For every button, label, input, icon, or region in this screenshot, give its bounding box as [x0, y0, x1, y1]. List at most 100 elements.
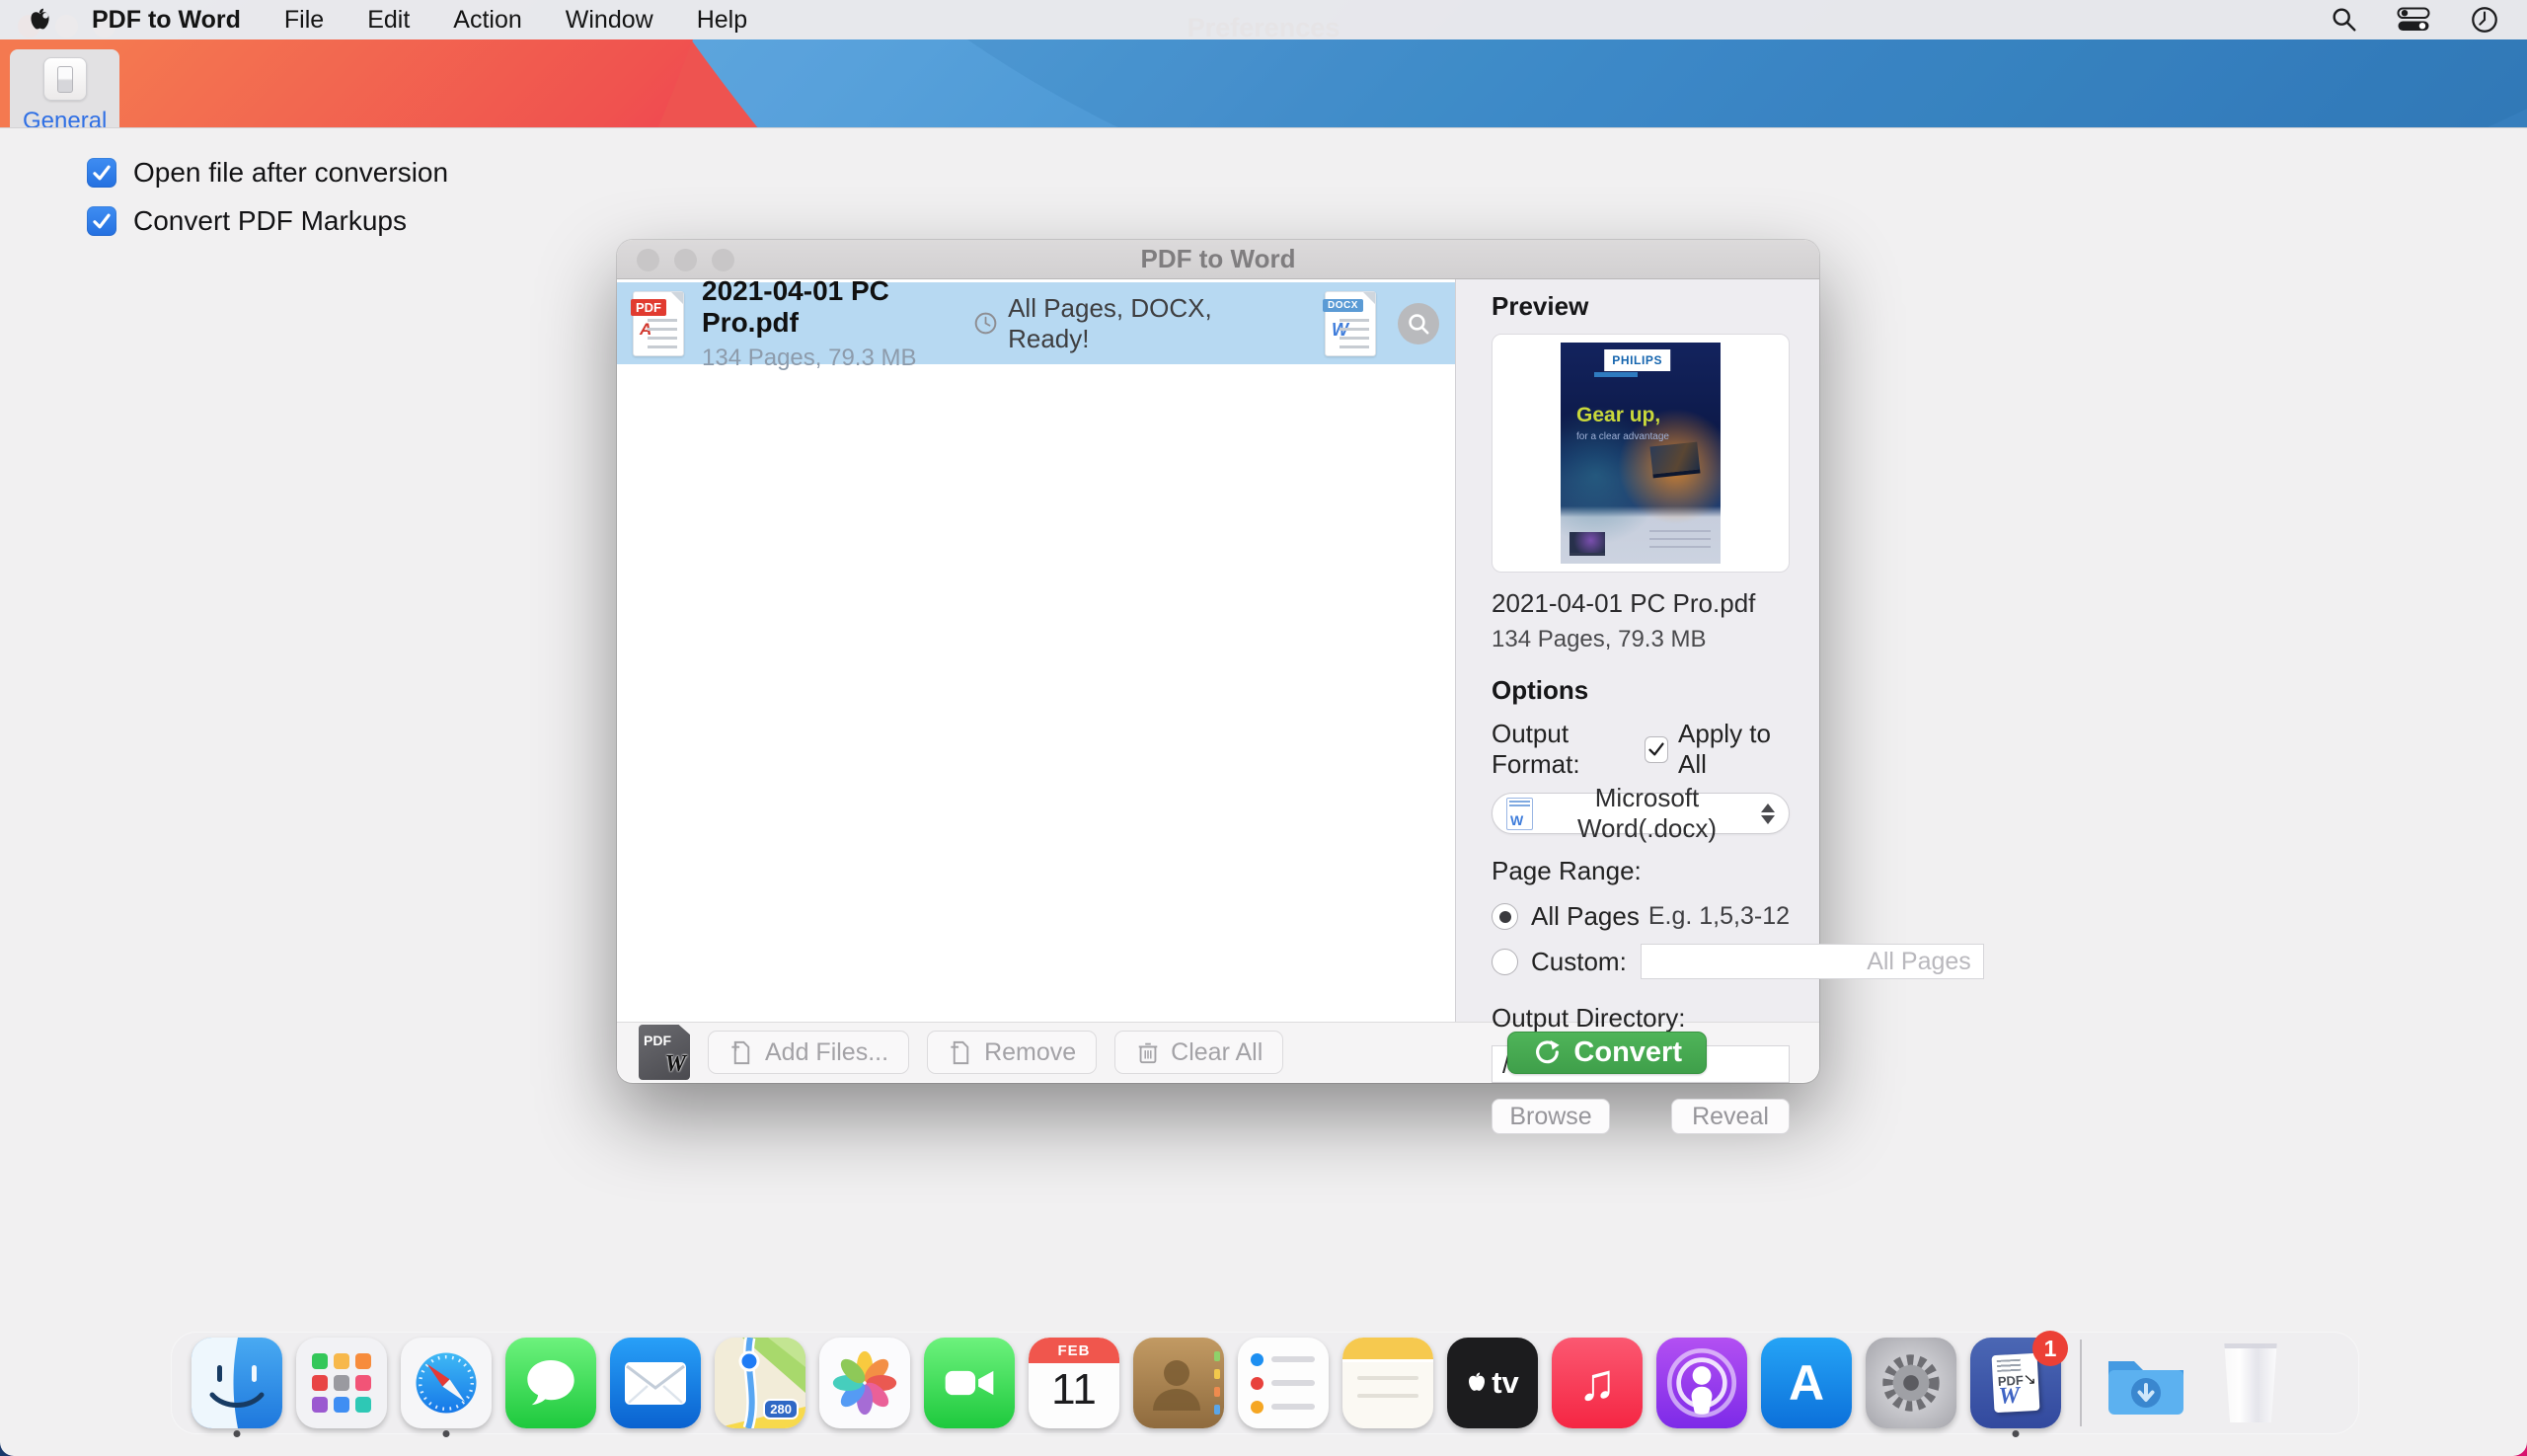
add-files-button[interactable]: Add Files... [708, 1031, 909, 1074]
open-after-conversion-checkbox[interactable] [87, 158, 116, 188]
dock-divider [2080, 1340, 2082, 1426]
check-icon [91, 162, 113, 184]
maps-icon: 280 [715, 1338, 805, 1428]
preview-magnifier-button[interactable] [1398, 303, 1439, 345]
dock: 280 FEB 11 [171, 1332, 2359, 1434]
format-selected-value: Microsoft Word(.docx) [1533, 783, 1761, 844]
search-icon[interactable] [2330, 5, 2359, 35]
convert-pdf-markups-row[interactable]: Convert PDF Markups [87, 205, 2527, 237]
trash-can-icon [2205, 1338, 2296, 1428]
convert-pdf-markups-checkbox[interactable] [87, 206, 116, 236]
pdf-file-icon: PDF A [633, 291, 684, 356]
dock-item-downloads[interactable] [2101, 1338, 2191, 1428]
podcasts-icon [1656, 1338, 1747, 1428]
light-switch-icon [43, 57, 87, 101]
dock-item-trash[interactable] [2205, 1338, 2296, 1428]
close-button[interactable] [637, 249, 659, 271]
dock-item-launchpad[interactable] [296, 1338, 387, 1428]
remove-button[interactable]: Remove [927, 1031, 1097, 1074]
dock-item-podcasts[interactable] [1656, 1338, 1747, 1428]
running-indicator [443, 1430, 450, 1437]
clear-all-button[interactable]: Clear All [1114, 1031, 1283, 1074]
running-indicator [2013, 1430, 2020, 1437]
apply-to-all-box[interactable] [1645, 736, 1668, 763]
file-texts: 2021-04-01 PC Pro.pdf 134 Pages, 79.3 MB [702, 275, 973, 372]
apply-to-all-label: Apply to All [1678, 719, 1790, 780]
open-after-conversion-row[interactable]: Open file after conversion [87, 157, 2527, 189]
minimize-button[interactable] [674, 249, 697, 271]
main-titlebar[interactable]: PDF to Word [617, 240, 1819, 279]
dock-item-messages[interactable] [505, 1338, 596, 1428]
dock-item-safari[interactable] [401, 1338, 492, 1428]
reveal-button[interactable]: Reveal [1671, 1099, 1790, 1134]
dock-item-calendar[interactable]: FEB 11 [1029, 1338, 1119, 1428]
contacts-icon [1133, 1338, 1224, 1428]
zoom-button[interactable] [712, 249, 734, 271]
dock-item-maps[interactable]: 280 [715, 1338, 805, 1428]
dock-item-system-preferences[interactable] [1866, 1338, 1956, 1428]
output-directory-label: Output Directory: [1492, 1003, 1790, 1034]
custom-label: Custom: [1531, 947, 1627, 977]
output-format-select[interactable]: W Microsoft Word(.docx) [1492, 793, 1790, 834]
trash-icon [1135, 1039, 1161, 1065]
check-icon [1646, 739, 1666, 759]
check-icon [91, 210, 113, 232]
all-pages-radio[interactable] [1492, 903, 1518, 930]
app-store-icon: A [1761, 1338, 1852, 1428]
music-icon: ♫ [1552, 1338, 1643, 1428]
menu-window[interactable]: Window [566, 6, 653, 35]
preview-heading: Preview [1492, 291, 1790, 322]
dock-item-photos[interactable] [819, 1338, 910, 1428]
menu-action[interactable]: Action [453, 6, 521, 35]
dock-item-apple-tv[interactable]: tv [1447, 1338, 1538, 1428]
notification-badge: 1 [2032, 1331, 2068, 1366]
docx-badge: DOCX [1323, 299, 1363, 312]
dock-item-facetime[interactable] [924, 1338, 1015, 1428]
dock-item-reminders[interactable] [1238, 1338, 1329, 1428]
apple-menu[interactable] [28, 8, 52, 33]
custom-range-radio[interactable] [1492, 949, 1518, 975]
preview-file-name: 2021-04-01 PC Pro.pdf [1492, 588, 1790, 619]
convert-button[interactable]: Convert [1507, 1032, 1707, 1074]
dock-item-pdf-to-word[interactable]: 1 PDF ↘ W [1970, 1338, 2061, 1428]
control-center-icon[interactable] [2397, 6, 2432, 34]
running-indicator [234, 1430, 241, 1437]
convert-label: Convert [1573, 1036, 1682, 1069]
clock-icon[interactable] [2470, 5, 2499, 35]
output-format-label: Output Format: [1492, 719, 1645, 780]
window-title: PDF to Word [1141, 244, 1296, 274]
browse-button[interactable]: Browse [1492, 1099, 1610, 1134]
dock-item-finder[interactable] [191, 1338, 282, 1428]
dock-item-app-store[interactable]: A [1761, 1338, 1852, 1428]
open-after-conversion-label: Open file after conversion [133, 157, 448, 189]
logo-w-text: W [665, 1051, 686, 1078]
status-text: All Pages, DOCX, Ready! [1008, 293, 1279, 354]
reminders-icon [1238, 1338, 1329, 1428]
mail-icon [610, 1338, 701, 1428]
dock-item-music[interactable]: ♫ [1552, 1338, 1643, 1428]
dock-item-notes[interactable] [1342, 1338, 1433, 1428]
menu-file[interactable]: File [284, 6, 324, 35]
safari-icon [401, 1338, 492, 1428]
menu-app-name[interactable]: PDF to Word [92, 6, 241, 35]
calendar-day: 11 [1029, 1365, 1119, 1415]
apply-to-all-checkbox[interactable]: Apply to All [1645, 719, 1790, 780]
bottom-toolbar: PDF W Add Files... Remove Clear All Conv… [617, 1022, 1819, 1082]
remove-file-icon [948, 1039, 974, 1066]
messages-icon [505, 1338, 596, 1428]
app-store-letter: A [1789, 1354, 1824, 1412]
options-heading: Options [1492, 675, 1790, 706]
custom-range-input[interactable] [1641, 944, 1984, 979]
calendar-icon: FEB 11 [1029, 1338, 1119, 1428]
dock-item-mail[interactable] [610, 1338, 701, 1428]
dock-item-contacts[interactable] [1133, 1338, 1224, 1428]
pdf-cover-thumbnail[interactable]: PHILIPS Gear up, for a clear advantage [1561, 343, 1721, 564]
page-range-label: Page Range: [1492, 856, 1790, 886]
file-list: PDF A 2021-04-01 PC Pro.pdf 134 Pages, 7… [617, 279, 1455, 1022]
file-row[interactable]: PDF A 2021-04-01 PC Pro.pdf 134 Pages, 7… [617, 282, 1455, 364]
app-logo-icon: PDF W [639, 1025, 690, 1080]
docx-file-icon: DOCX W [1325, 291, 1376, 356]
menu-edit[interactable]: Edit [367, 6, 410, 35]
apple-glyph-icon [1466, 1370, 1488, 1396]
menu-help[interactable]: Help [697, 6, 747, 35]
